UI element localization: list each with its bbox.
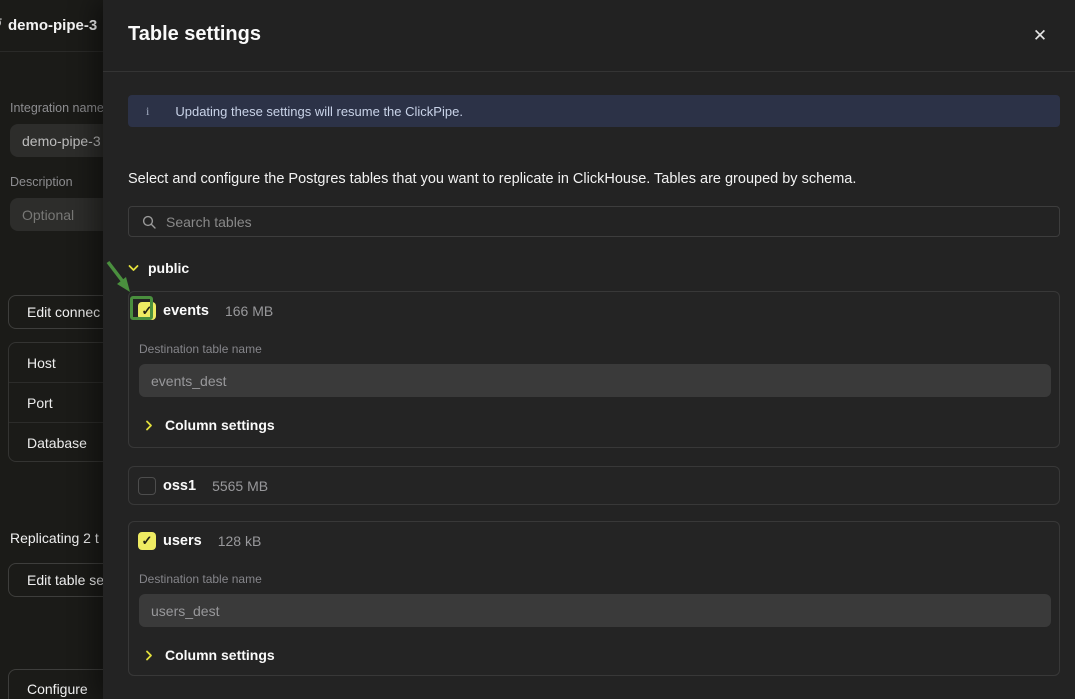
destination-table-label: Destination table name [139, 572, 262, 586]
modal-title: Table settings [128, 23, 261, 46]
modal-header: Table settings ✕ [103, 0, 1075, 72]
chevron-down-icon [128, 264, 139, 272]
pipe-title: demo-pipe-3 [8, 17, 97, 34]
table-card-events: ✓ events 166 MB Destination table name C… [128, 291, 1060, 448]
table-row: ✓ users 128 kB [138, 532, 261, 550]
table-size: 5565 MB [212, 478, 268, 494]
column-settings-toggle[interactable]: Column settings [145, 417, 275, 433]
search-input[interactable] [156, 214, 1059, 230]
events-checkbox[interactable]: ✓ [138, 302, 156, 320]
table-name: users [163, 533, 202, 549]
schema-name: public [148, 260, 189, 276]
search-box [128, 206, 1060, 237]
table-name: oss1 [163, 478, 196, 494]
info-banner: i Updating these settings will resume th… [128, 95, 1060, 127]
oss1-checkbox[interactable] [138, 477, 156, 495]
integration-name-label: Integration name [10, 101, 104, 115]
schema-group-public[interactable]: public [128, 260, 189, 276]
table-size: 166 MB [225, 303, 273, 319]
column-settings-label: Column settings [165, 417, 275, 433]
close-icon[interactable]: ✕ [1028, 24, 1052, 48]
destination-table-label: Destination table name [139, 342, 262, 356]
destination-table-input[interactable] [139, 364, 1051, 397]
table-settings-modal: Table settings ✕ i Updating these settin… [103, 0, 1075, 699]
chevron-right-icon [145, 650, 153, 661]
refresh-icon: ↺ [0, 15, 3, 32]
destination-table-input[interactable] [139, 594, 1051, 627]
info-banner-text: Updating these settings will resume the … [175, 104, 463, 119]
description-label: Description [10, 175, 73, 189]
users-checkbox[interactable]: ✓ [138, 532, 156, 550]
modal-description: Select and configure the Postgres tables… [128, 171, 856, 187]
column-settings-label: Column settings [165, 647, 275, 663]
replicating-status-text: Replicating 2 t [10, 530, 99, 546]
table-size: 128 kB [218, 533, 262, 549]
table-card-oss1: oss1 5565 MB [128, 466, 1060, 505]
table-name: events [163, 303, 209, 319]
chevron-right-icon [145, 420, 153, 431]
column-settings-toggle[interactable]: Column settings [145, 647, 275, 663]
table-row: oss1 5565 MB [138, 477, 268, 495]
table-row: ✓ events 166 MB [138, 302, 273, 320]
search-icon [142, 215, 156, 229]
table-card-users: ✓ users 128 kB Destination table name Co… [128, 521, 1060, 676]
info-icon: i [146, 104, 149, 119]
